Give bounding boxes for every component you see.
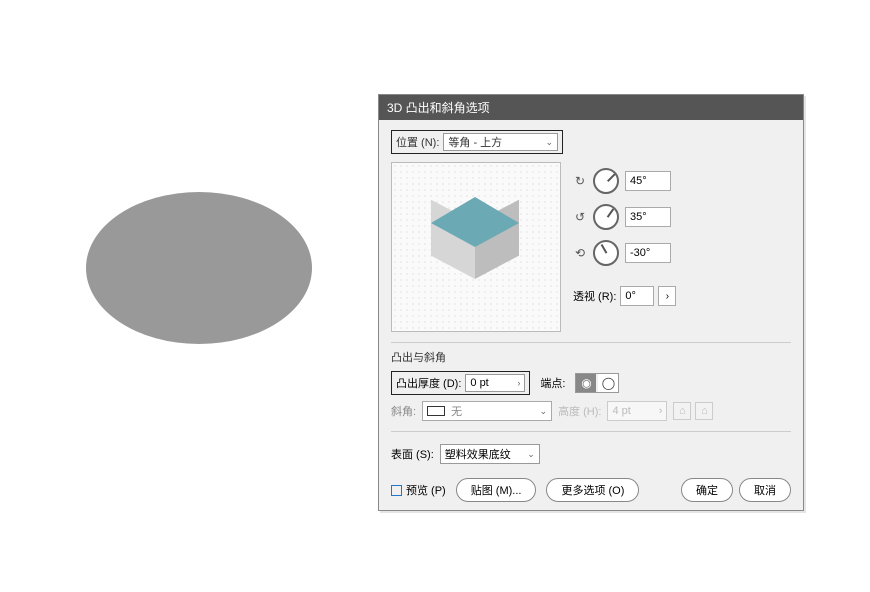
rotation-y-dial[interactable] bbox=[593, 204, 619, 230]
cap-toggle: ◉ ◯ bbox=[575, 373, 619, 393]
dialog-body: 位置 (N): 等角 - 上方 ⌄ ↻ 45° bbox=[379, 120, 803, 510]
checkbox-icon bbox=[391, 485, 402, 496]
extrude-section-title: 凸出与斜角 bbox=[391, 349, 791, 365]
preview-label: 预览 (P) bbox=[406, 482, 446, 498]
bevel-out-icon: ⌂ bbox=[695, 402, 713, 420]
rotation-y-input[interactable]: 35° bbox=[625, 207, 671, 227]
position-value: 等角 - 上方 bbox=[448, 134, 502, 150]
bevel-in-icon: ⌂ bbox=[673, 402, 691, 420]
bevel-value: 无 bbox=[451, 403, 462, 419]
bevel-height-label: 高度 (H): bbox=[558, 403, 601, 419]
cancel-button[interactable]: 取消 bbox=[739, 478, 791, 502]
divider bbox=[391, 342, 791, 343]
ok-button[interactable]: 确定 bbox=[681, 478, 733, 502]
cube-preview[interactable] bbox=[391, 162, 561, 332]
perspective-label: 透视 (R): bbox=[573, 288, 616, 304]
extrude-row: 凸出厚度 (D): 0 pt › 端点: ◉ ◯ bbox=[391, 371, 791, 395]
rotation-z-dial[interactable] bbox=[593, 240, 619, 266]
rotation-controls: ↻ 45° ↺ 35° ⟲ -30° 透视 (R): 0° › bbox=[573, 162, 676, 332]
chevron-right-icon: › bbox=[659, 405, 663, 417]
position-dropdown[interactable]: 等角 - 上方 ⌄ bbox=[443, 133, 558, 151]
surface-dropdown[interactable]: 塑料效果底纹 ⌄ bbox=[440, 444, 540, 464]
surface-label: 表面 (S): bbox=[391, 446, 434, 462]
rotation-z-row: ⟲ -30° bbox=[573, 240, 676, 266]
perspective-stepper[interactable]: › bbox=[658, 286, 676, 306]
cap-off-icon[interactable]: ◯ bbox=[598, 374, 618, 392]
bevel-direction-icons: ⌂ ⌂ bbox=[673, 402, 713, 420]
extrude-depth-input[interactable]: 0 pt › bbox=[465, 374, 525, 392]
rotation-x-dial[interactable] bbox=[593, 168, 619, 194]
map-art-button[interactable]: 贴图 (M)... bbox=[456, 478, 537, 502]
canvas-ellipse-shape bbox=[86, 192, 312, 344]
cap-label: 端点: bbox=[540, 375, 565, 391]
position-label: 位置 (N): bbox=[396, 134, 439, 150]
position-group: 位置 (N): 等角 - 上方 ⌄ bbox=[391, 130, 563, 154]
surface-value: 塑料效果底纹 bbox=[445, 446, 511, 462]
bevel-height-input: 4 pt › bbox=[607, 401, 667, 421]
extrude-depth-value: 0 pt bbox=[470, 377, 488, 389]
chevron-down-icon: ⌄ bbox=[540, 406, 548, 417]
extrude-depth-label: 凸出厚度 (D): bbox=[396, 375, 461, 391]
dialog-title: 3D 凸出和斜角选项 bbox=[379, 95, 803, 120]
rotation-z-input[interactable]: -30° bbox=[625, 243, 671, 263]
preview-checkbox[interactable]: 预览 (P) bbox=[391, 482, 446, 498]
rotation-x-input[interactable]: 45° bbox=[625, 171, 671, 191]
perspective-row: 透视 (R): 0° › bbox=[573, 286, 676, 306]
rotation-x-row: ↻ 45° bbox=[573, 168, 676, 194]
more-options-button[interactable]: 更多选项 (O) bbox=[546, 478, 639, 502]
bevel-dropdown[interactable]: 无 ⌄ bbox=[422, 401, 552, 421]
divider bbox=[391, 431, 791, 432]
cube-icon bbox=[431, 197, 521, 297]
rotation-preview-group: ↻ 45° ↺ 35° ⟲ -30° 透视 (R): 0° › bbox=[391, 162, 791, 332]
chevron-down-icon: ⌄ bbox=[545, 137, 553, 148]
rotate-x-icon: ↻ bbox=[573, 174, 587, 188]
bevel-swatch-icon bbox=[427, 406, 445, 416]
bevel-label: 斜角: bbox=[391, 403, 416, 419]
rotate-z-icon: ⟲ bbox=[573, 246, 587, 260]
chevron-right-icon: › bbox=[517, 378, 520, 388]
perspective-input[interactable]: 0° bbox=[620, 286, 654, 306]
extrude-depth-group: 凸出厚度 (D): 0 pt › bbox=[391, 371, 530, 395]
bevel-row: 斜角: 无 ⌄ 高度 (H): 4 pt › ⌂ ⌂ bbox=[391, 401, 791, 421]
cap-on-icon[interactable]: ◉ bbox=[576, 374, 596, 392]
bevel-height-value: 4 pt bbox=[612, 405, 630, 417]
dialog-3d-extrude-bevel: 3D 凸出和斜角选项 位置 (N): 等角 - 上方 ⌄ ↻ bbox=[378, 94, 804, 511]
surface-row: 表面 (S): 塑料效果底纹 ⌄ bbox=[391, 444, 791, 464]
chevron-down-icon: ⌄ bbox=[527, 449, 535, 460]
button-row: 预览 (P) 贴图 (M)... 更多选项 (O) 确定 取消 bbox=[391, 478, 791, 502]
rotate-y-icon: ↺ bbox=[573, 210, 587, 224]
rotation-y-row: ↺ 35° bbox=[573, 204, 676, 230]
